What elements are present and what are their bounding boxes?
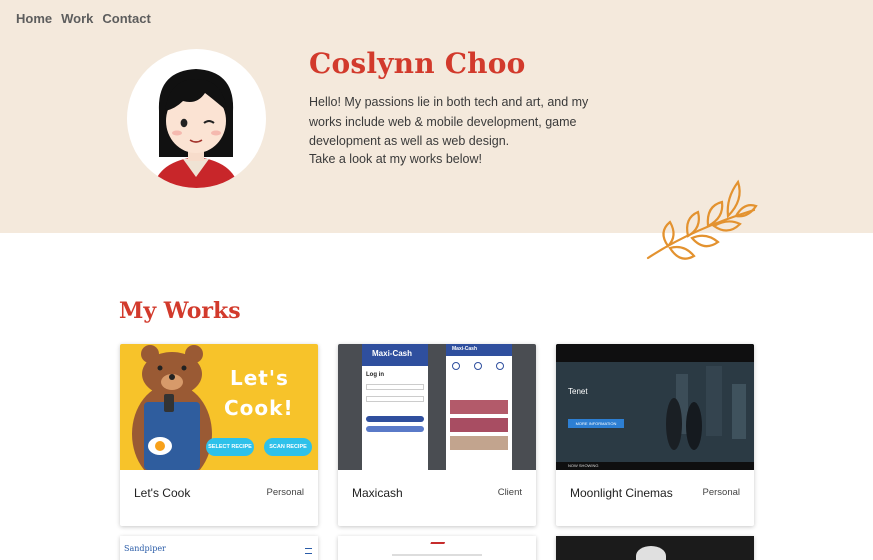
work-card-maxicash[interactable]: Maxi-Cash Log in Maxi-Cash Maxicash Clie… xyxy=(338,344,536,526)
lets-cook-thumbnail: Let's Cook! SELECT RECIPE SCAN RECIPE xyxy=(120,344,318,470)
card-title: Moonlight Cinemas xyxy=(570,486,673,500)
select-recipe-button: SELECT RECIPE xyxy=(206,438,254,456)
hero-name: Coslynn Choo xyxy=(309,47,526,80)
work-card-row2-right[interactable] xyxy=(556,536,754,560)
work-card-sandpiper[interactable]: Sandpiper xyxy=(120,536,318,560)
logo-icon xyxy=(428,542,446,548)
moonlight-now-showing: NOW SHOWING xyxy=(568,463,599,468)
card-title: Maxicash xyxy=(352,486,403,500)
moonlight-film-title: Tenet xyxy=(568,387,588,396)
maxicash-brand-2: Maxi-Cash xyxy=(452,346,478,352)
works-section-title: My Works xyxy=(119,298,241,324)
hero-bio: Hello! My passions lie in both tech and … xyxy=(309,95,589,148)
moonlight-more-info-button: MORE INFORMATION xyxy=(568,419,624,428)
work-card-row2-middle[interactable] xyxy=(338,536,536,560)
maxicash-brand: Maxi-Cash xyxy=(372,349,413,358)
hero-cta-text: Take a look at my works below! xyxy=(309,152,482,166)
card-tag: Client xyxy=(497,487,522,498)
main-nav: Home Work Contact xyxy=(16,11,151,26)
nav-contact-link[interactable]: Contact xyxy=(102,11,150,26)
scan-recipe-button: SCAN RECIPE xyxy=(264,438,312,456)
card-tag: Personal xyxy=(266,487,305,498)
moonlight-cinemas-thumbnail: Tenet MORE INFORMATION NOW SHOWING xyxy=(556,344,754,470)
nav-work-link[interactable]: Work xyxy=(61,11,93,26)
work-card-lets-cook[interactable]: Let's Cook! SELECT RECIPE SCAN RECIPE Le… xyxy=(120,344,318,526)
maxicash-login-label: Log in xyxy=(366,372,384,378)
work-card-moonlight-cinemas[interactable]: Tenet MORE INFORMATION NOW SHOWING Moonl… xyxy=(556,344,754,526)
maxicash-thumbnail: Maxi-Cash Log in Maxi-Cash xyxy=(338,344,536,470)
leaf-branch-icon xyxy=(646,179,758,260)
card-title: Let's Cook xyxy=(134,486,191,500)
lets-cook-headline-2: Cook! xyxy=(224,396,294,420)
nav-home-link[interactable]: Home xyxy=(16,11,52,26)
avatar xyxy=(127,49,266,188)
sandpiper-brand: Sandpiper xyxy=(124,544,166,553)
lets-cook-headline-1: Let's xyxy=(230,366,289,390)
card-tag: Personal xyxy=(702,487,741,498)
menu-icon xyxy=(305,548,312,554)
avatar-illustration xyxy=(153,69,239,188)
